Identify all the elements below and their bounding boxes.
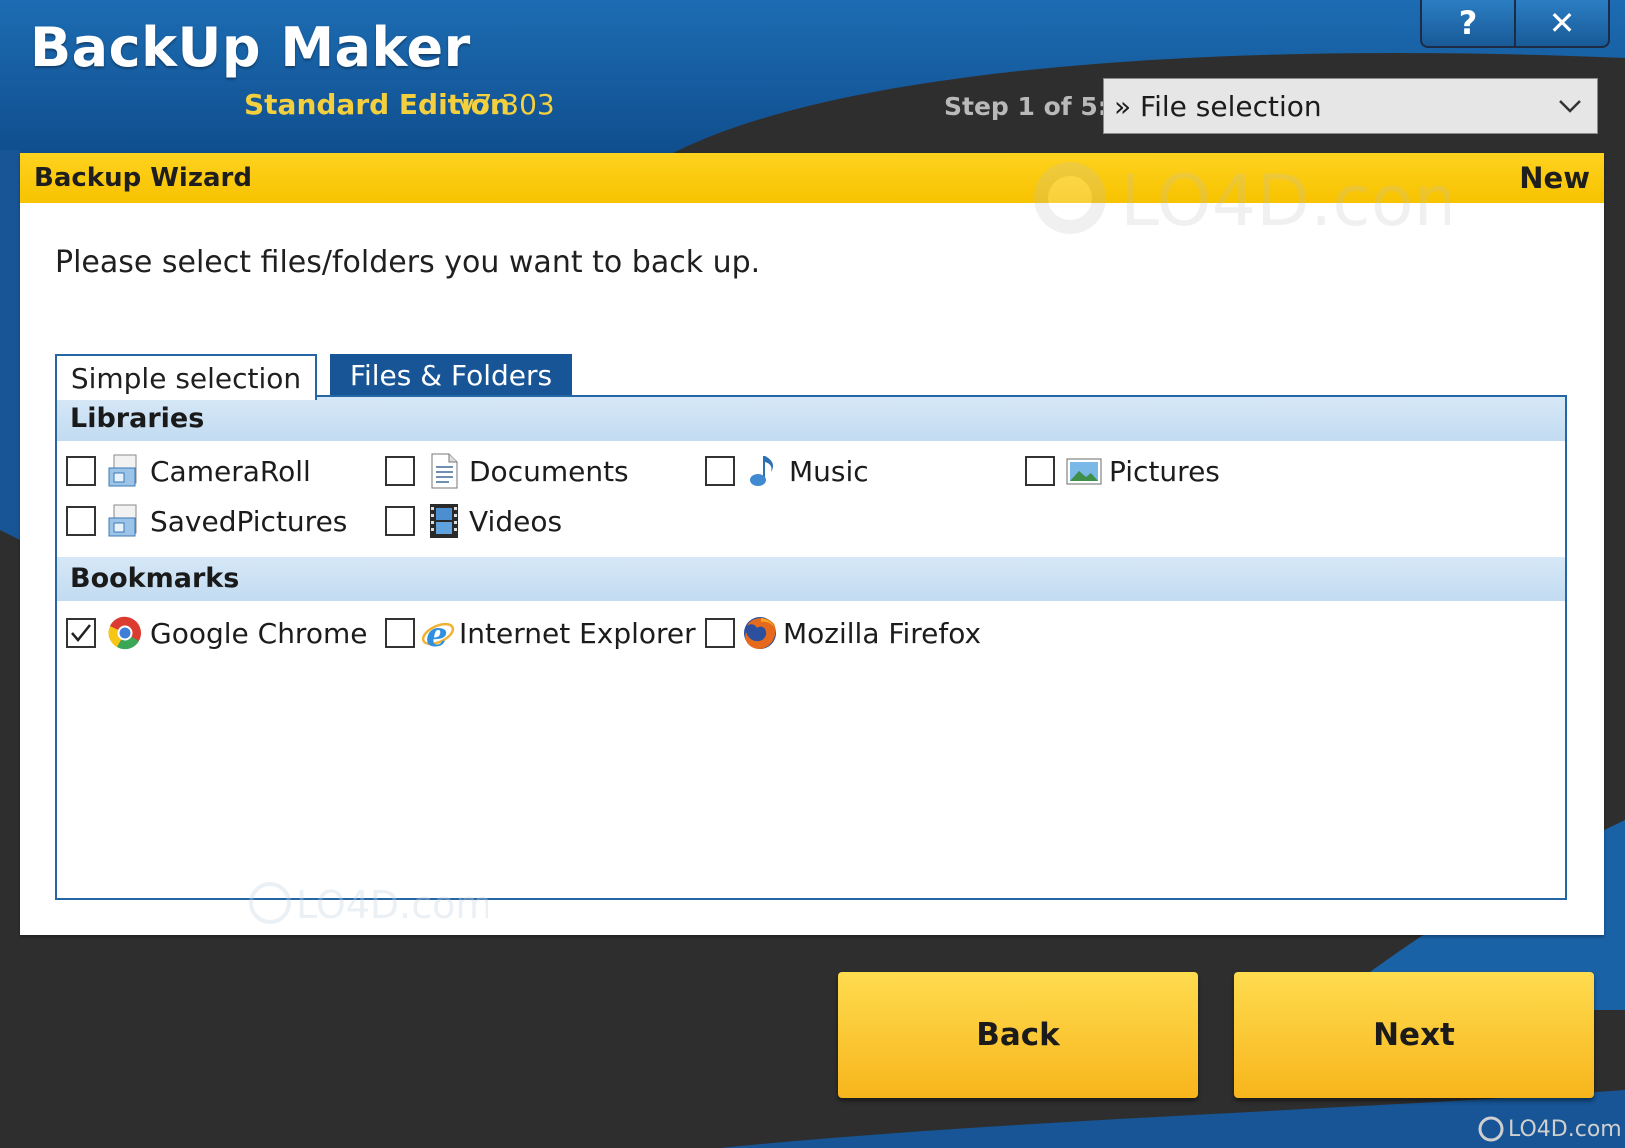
watermark-logo: LO4D.com xyxy=(1030,153,1482,247)
new-badge: New xyxy=(1519,161,1590,195)
picture-icon xyxy=(1065,452,1103,490)
item-label: Mozilla Firefox xyxy=(783,616,982,650)
item-label: CameraRoll xyxy=(150,454,311,488)
checkbox[interactable] xyxy=(66,456,96,486)
bookmark-item-firefox[interactable]: Mozilla Firefox xyxy=(705,613,981,653)
library-item-savedpictures[interactable]: SavedPictures xyxy=(66,501,347,541)
checkbox[interactable] xyxy=(66,506,96,536)
app-version: v7.303 xyxy=(458,88,555,121)
selection-area: Libraries CameraRoll Documents Music Pic… xyxy=(55,395,1567,900)
item-label: Internet Explorer xyxy=(459,616,696,650)
library-item-cameraroll[interactable]: CameraRoll xyxy=(66,451,311,491)
bookmarks-label: Bookmarks xyxy=(70,563,240,594)
item-label: Google Chrome xyxy=(150,616,368,650)
watermark-logo-faint: LO4D.com xyxy=(248,878,492,932)
checkbox[interactable] xyxy=(385,506,415,536)
item-label: Pictures xyxy=(1109,454,1220,488)
checkbox[interactable] xyxy=(1025,456,1055,486)
checkbox[interactable] xyxy=(385,456,415,486)
backup-maker-window: BackUp Maker Standard Edition v7.303 ? ✕… xyxy=(0,0,1625,1148)
library-item-videos[interactable]: Videos xyxy=(385,501,562,541)
library-folder-icon xyxy=(106,502,144,540)
corner-watermark-text: LO4D.com xyxy=(1508,1116,1622,1142)
music-note-icon xyxy=(745,452,783,490)
item-label: Documents xyxy=(469,454,629,488)
item-label: Music xyxy=(789,454,869,488)
lo4d-logo-icon xyxy=(1478,1116,1504,1142)
library-item-music[interactable]: Music xyxy=(705,451,869,491)
tab-simple-selection[interactable]: Simple selection xyxy=(55,354,317,400)
libraries-header: Libraries xyxy=(57,397,1565,441)
svg-text:e: e xyxy=(426,615,448,652)
library-item-pictures[interactable]: Pictures xyxy=(1025,451,1220,491)
checkmark-icon xyxy=(71,624,91,642)
step-dropdown[interactable]: » File selection xyxy=(1103,78,1598,134)
watermark-text: LO4D.com xyxy=(296,883,488,927)
chrome-icon xyxy=(106,614,144,652)
internet-explorer-icon: e xyxy=(419,614,457,652)
close-button[interactable]: ✕ xyxy=(1514,0,1608,46)
bookmark-item-internet-explorer[interactable]: e Internet Explorer xyxy=(385,613,696,653)
chevron-down-icon xyxy=(1559,100,1581,113)
bookmarks-header: Bookmarks xyxy=(57,557,1565,601)
wizard-panel: Backup Wizard New LO4D.com Please select… xyxy=(20,153,1604,935)
document-icon xyxy=(425,452,463,490)
checkbox[interactable] xyxy=(385,618,415,648)
window-controls: ? ✕ xyxy=(1420,0,1610,48)
firefox-icon xyxy=(741,614,779,652)
item-label: Videos xyxy=(469,504,563,538)
checkbox-checked[interactable] xyxy=(66,618,96,648)
item-label: SavedPictures xyxy=(150,504,348,538)
film-icon xyxy=(425,502,463,540)
corner-watermark: LO4D.com xyxy=(1478,1116,1622,1142)
instruction-text: Please select files/folders you want to … xyxy=(55,245,761,280)
step-dropdown-value: » File selection xyxy=(1114,89,1322,123)
step-label: Step 1 of 5: xyxy=(944,92,1108,121)
checkbox[interactable] xyxy=(705,618,735,648)
library-item-documents[interactable]: Documents xyxy=(385,451,629,491)
help-button[interactable]: ? xyxy=(1422,0,1514,46)
next-button[interactable]: Next xyxy=(1234,972,1594,1098)
app-title: BackUp Maker xyxy=(30,16,471,79)
back-button[interactable]: Back xyxy=(838,972,1198,1098)
watermark-text: LO4D.com xyxy=(1120,160,1450,242)
checkbox[interactable] xyxy=(705,456,735,486)
panel-title: Backup Wizard xyxy=(34,163,252,193)
bookmark-item-chrome[interactable]: Google Chrome xyxy=(66,613,367,653)
libraries-label: Libraries xyxy=(70,403,205,434)
library-folder-icon xyxy=(106,452,144,490)
tab-files-folders[interactable]: Files & Folders xyxy=(330,354,572,396)
